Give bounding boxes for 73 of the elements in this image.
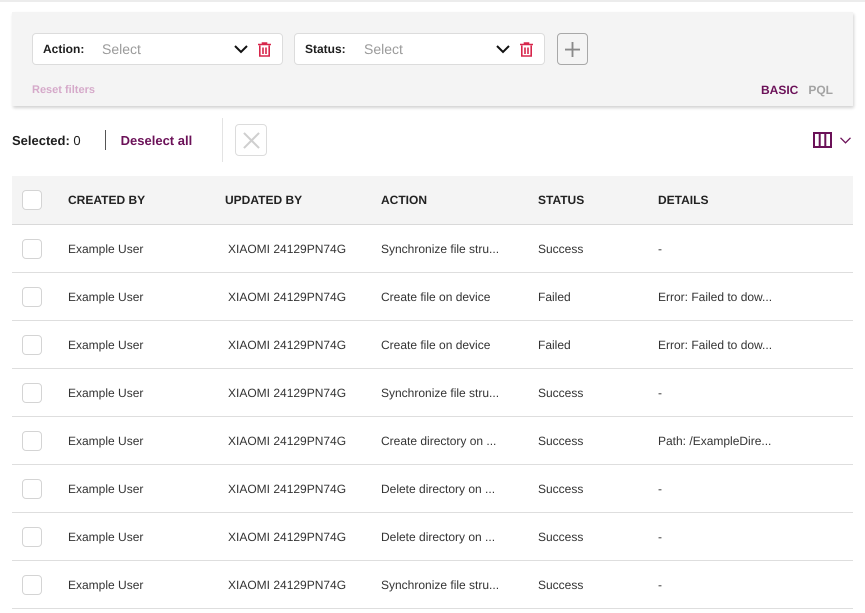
table-cell: Example User [68, 386, 144, 400]
filter-select[interactable]: Status: Select [294, 33, 545, 65]
table-cell: XIAOMI 24129PN74G [228, 290, 346, 304]
row-checkbox[interactable] [22, 430, 42, 450]
mode-tab[interactable]: BASIC [760, 83, 798, 97]
table-cell: Success [538, 530, 584, 544]
chevron-down-icon [840, 136, 851, 144]
table-cell: - [658, 242, 662, 256]
table-cell: - [658, 530, 662, 544]
column-picker-button[interactable] [813, 132, 851, 148]
trash-icon[interactable] [258, 42, 271, 56]
table-cell: Success [538, 386, 584, 400]
table-cell: XIAOMI 24129PN74G [228, 482, 346, 496]
filter-label: Action: [43, 42, 86, 56]
table-cell: XIAOMI 24129PN74G [228, 578, 346, 592]
table-cell: XIAOMI 24129PN74G [228, 530, 346, 544]
chevron-down-icon[interactable] [496, 44, 510, 54]
table-cell: Error: Failed to dow... [658, 338, 772, 352]
column-header: ACTION [381, 193, 427, 207]
table-cell: Example User [68, 434, 144, 448]
table-cell: Success [538, 578, 584, 592]
table-cell: Error: Failed to dow... [658, 290, 772, 304]
table-cell: - [658, 578, 662, 592]
table-cell: Synchronize file stru... [381, 578, 500, 592]
table-cell: Synchronize file stru... [381, 386, 500, 400]
table-cell: Example User [68, 242, 144, 256]
table-cell: Path: /ExampleDire... [658, 434, 772, 448]
table-cell: Create file on device [381, 290, 490, 304]
table-cell: XIAOMI 24129PN74G [228, 386, 346, 400]
row-checkbox[interactable] [22, 478, 42, 498]
table-cell: Example User [68, 482, 144, 496]
deselect-all-link[interactable]: Deselect all [120, 132, 192, 148]
table-cell: Create directory on ... [381, 434, 496, 448]
table-cell: Delete directory on ... [381, 482, 496, 496]
table-cell: Example User [68, 578, 144, 592]
table-cell: Success [538, 434, 584, 448]
select-placeholder: Select [364, 41, 404, 57]
row-checkbox[interactable] [22, 334, 42, 354]
chevron-down-icon[interactable] [234, 44, 248, 54]
table-cell: Failed [538, 338, 571, 352]
table-cell: Success [538, 482, 584, 496]
table-cell: Create file on device [381, 338, 490, 352]
table-cell: Example User [68, 338, 144, 352]
column-header: CREATED BY [68, 193, 146, 207]
table-cell: Example User [68, 530, 144, 544]
table-cell: - [658, 386, 662, 400]
columns-icon [813, 132, 832, 148]
table-cell: Example User [68, 290, 144, 304]
filter-select[interactable]: Action: Select [32, 33, 283, 65]
close-icon [242, 132, 260, 148]
selected-count: Selected: 0 [12, 132, 81, 148]
row-checkbox[interactable] [22, 526, 42, 546]
row-checkbox[interactable] [22, 574, 42, 594]
select-all-checkbox[interactable] [22, 190, 42, 210]
select-placeholder: Select [102, 41, 142, 57]
table-cell: Synchronize file stru... [381, 242, 500, 256]
trash-icon[interactable] [520, 42, 533, 56]
table-cell: XIAOMI 24129PN74G [228, 338, 346, 352]
row-checkbox[interactable] [22, 286, 42, 306]
plus-icon [565, 42, 580, 56]
column-header: STATUS [538, 193, 584, 207]
row-checkbox[interactable] [22, 238, 42, 258]
table-cell: Delete directory on ... [381, 530, 496, 544]
row-checkbox[interactable] [22, 382, 42, 402]
column-header: DETAILS [658, 193, 708, 207]
table-cell: XIAOMI 24129PN74G [228, 434, 346, 448]
column-header: UPDATED BY [225, 193, 302, 207]
table-cell: Success [538, 242, 584, 256]
table-cell: XIAOMI 24129PN74G [228, 242, 346, 256]
filter-label: Status: [305, 42, 347, 56]
add-filter-button[interactable] [557, 33, 588, 65]
table-cell: Failed [538, 290, 571, 304]
table-cell: - [658, 482, 662, 496]
